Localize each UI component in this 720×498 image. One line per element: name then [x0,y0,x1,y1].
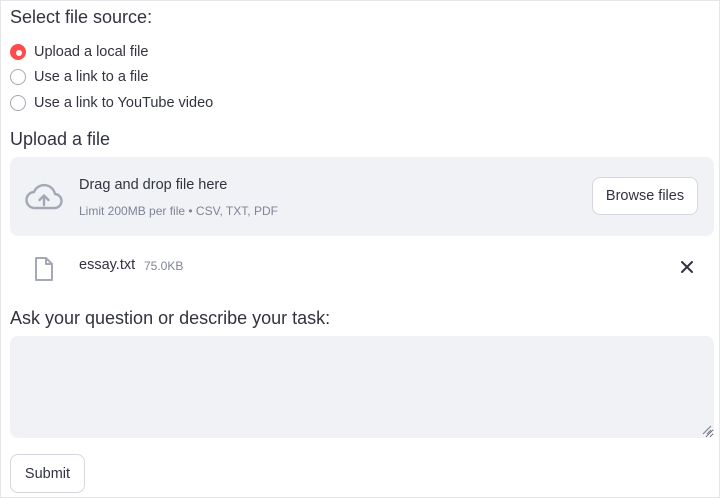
cloud-upload-icon [25,183,63,210]
dropzone-limit-text: Limit 200MB per file • CSV, TXT, PDF [79,204,278,218]
browse-files-button[interactable]: Browse files [592,177,698,215]
file-icon [35,257,53,281]
question-heading: Ask your question or describe your task: [10,308,331,328]
radio-link-to-file[interactable]: Use a link to a file [10,65,213,91]
task-textarea[interactable] [10,336,714,438]
radio-button[interactable] [10,69,26,86]
resize-handle-icon[interactable] [701,424,712,435]
radio-button[interactable] [10,94,26,111]
submit-button[interactable]: Submit [10,454,85,493]
app-frame: Select file source: Upload a local file … [0,0,720,498]
upload-heading: Upload a file [10,129,111,149]
radio-label: Upload a local file [34,43,149,60]
uploaded-file-item: essay.txt 75.0KB [10,246,714,286]
radio-upload-local-file[interactable]: Upload a local file [10,39,213,65]
close-icon[interactable] [678,258,696,276]
uploaded-file-name: essay.txt [79,257,136,273]
radio-link-to-youtube[interactable]: Use a link to YouTube video [10,90,213,116]
file-source-radio-group: Upload a local file Use a link to a file… [10,39,213,116]
dropzone-instructions: Drag and drop file here [79,177,228,193]
radio-label: Use a link to a file [34,69,149,86]
file-dropzone[interactable]: Drag and drop file here Limit 200MB per … [10,157,714,236]
radio-button-selected[interactable] [10,43,26,60]
uploaded-file-size: 75.0KB [144,259,184,273]
file-source-heading: Select file source: [10,7,153,27]
radio-label: Use a link to YouTube video [34,94,214,111]
